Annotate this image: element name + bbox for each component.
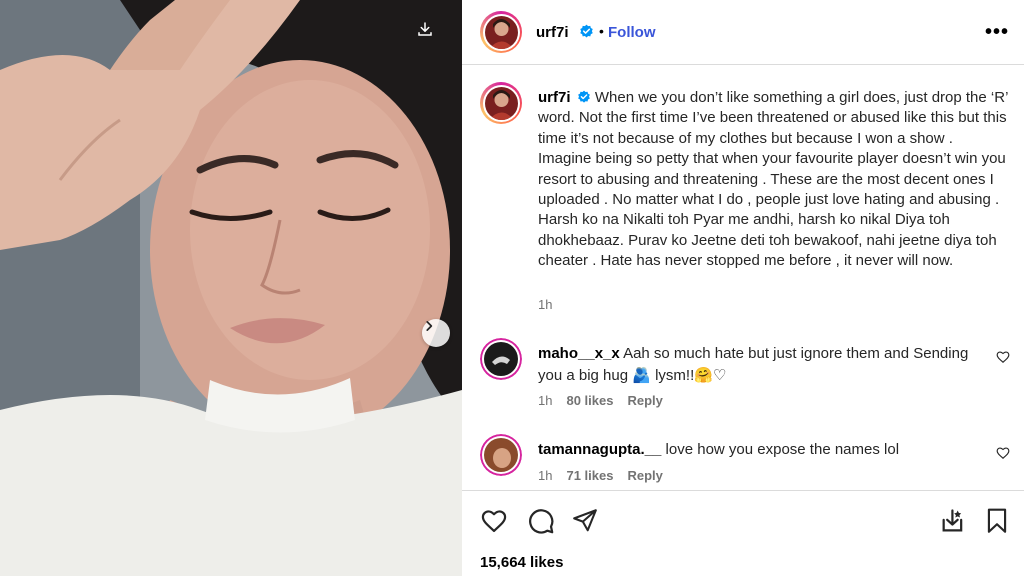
comment-icon[interactable]	[527, 507, 555, 535]
author-avatar[interactable]	[480, 11, 522, 53]
post-actions-bar: 15,664 likes	[462, 490, 1024, 576]
avatar-image	[480, 338, 522, 380]
comment-text: maho__x_x Aah so much hate but just igno…	[538, 343, 978, 387]
post-header: urf7i • Follow •••	[462, 0, 1024, 65]
avatar-image	[480, 434, 522, 476]
reply-button[interactable]: Reply	[627, 393, 662, 408]
caption-avatar[interactable]	[480, 82, 522, 124]
commenter-username[interactable]: maho__x_x	[538, 345, 620, 362]
chevron-right-icon	[426, 321, 433, 331]
comment-text: tamannagupta.__ love how you expose the …	[538, 439, 978, 461]
comment-meta: 1h 80 likes Reply	[538, 393, 663, 408]
comment-like-count[interactable]: 80 likes	[566, 393, 613, 408]
download-icon	[418, 22, 432, 36]
comment-timestamp[interactable]: 1h	[538, 468, 552, 483]
caption-body: When we you don’t like something a girl …	[538, 89, 1008, 270]
verified-badge-icon	[580, 24, 593, 38]
comment-meta: 1h 71 likes Reply	[538, 468, 663, 483]
heart-icon[interactable]	[996, 350, 1010, 364]
heart-icon[interactable]	[996, 446, 1010, 460]
share-icon[interactable]	[572, 507, 598, 533]
follow-button[interactable]: Follow	[608, 24, 656, 41]
commenter-username[interactable]: tamannagupta.__	[538, 441, 661, 458]
commenter-avatar[interactable]	[480, 338, 522, 380]
download-button[interactable]	[416, 20, 442, 46]
caption-username[interactable]: urf7i	[538, 89, 571, 106]
caption-text: urf7i When we you don’t like something a…	[538, 88, 1010, 272]
bookmark-icon[interactable]	[984, 507, 1010, 535]
avatar-image	[484, 86, 518, 120]
next-slide-button[interactable]	[422, 319, 450, 347]
heart-icon[interactable]	[480, 507, 508, 535]
separator-dot: •	[599, 23, 604, 39]
author-username[interactable]: urf7i	[536, 24, 569, 41]
verified-badge-icon	[577, 90, 590, 103]
more-options-icon[interactable]: •••	[985, 22, 1009, 42]
post-side-panel: urf7i • Follow ••• urf7i When we you don…	[462, 0, 1024, 576]
photo-illustration	[0, 0, 462, 576]
caption-timestamp[interactable]: 1h	[538, 297, 552, 312]
reply-button[interactable]: Reply	[627, 468, 662, 483]
post-photo[interactable]	[0, 0, 462, 576]
comment-body: love how you expose the names lol	[665, 441, 900, 458]
commenter-avatar[interactable]	[480, 434, 522, 476]
comment-timestamp[interactable]: 1h	[538, 393, 552, 408]
likes-count[interactable]: 15,664 likes	[480, 554, 563, 571]
avatar-image	[484, 15, 518, 49]
save-collection-icon[interactable]	[939, 507, 967, 535]
comment-like-count[interactable]: 71 likes	[566, 468, 613, 483]
